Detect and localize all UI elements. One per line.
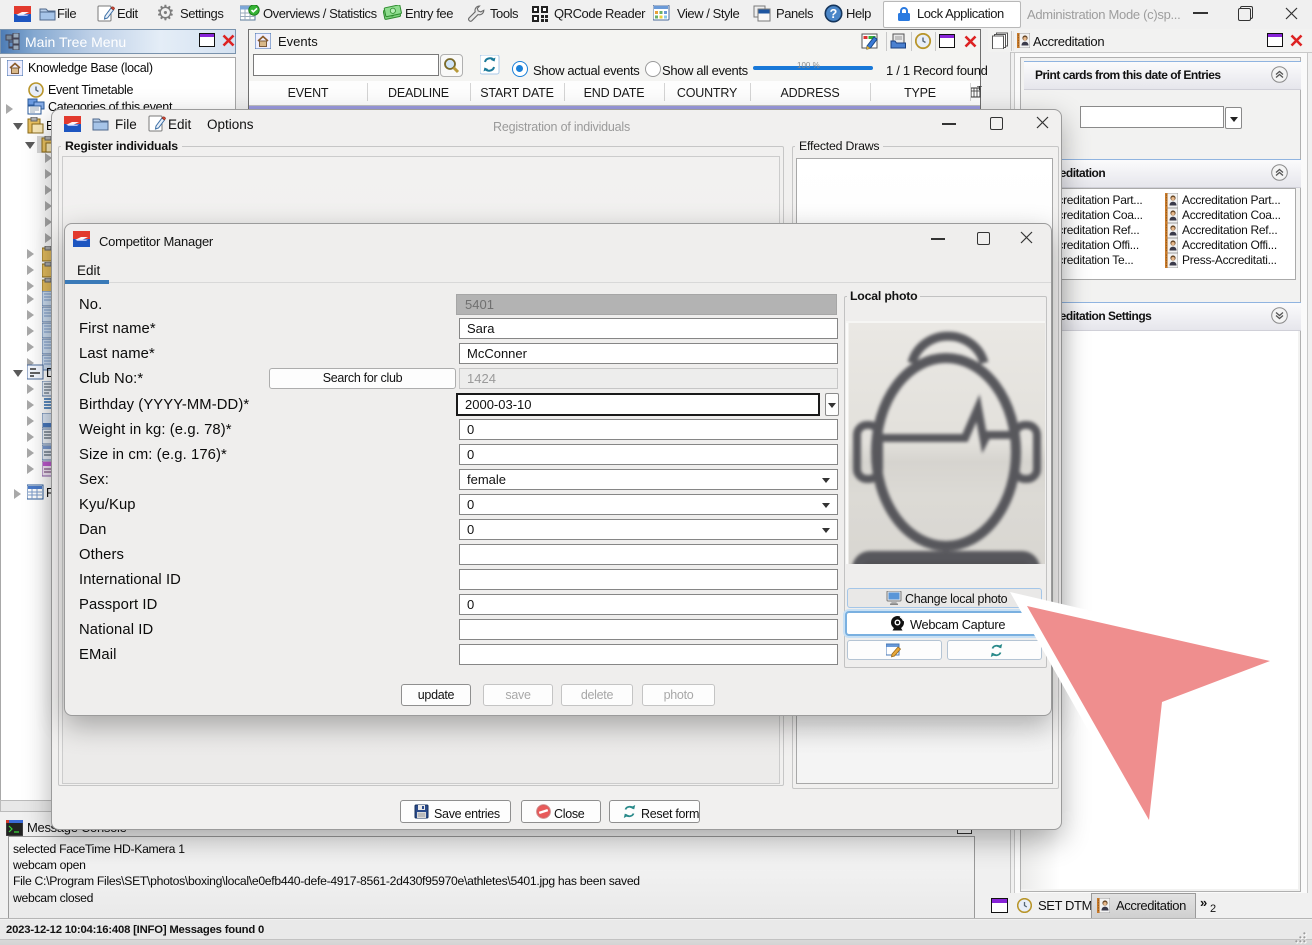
svg-text:?: ? [830,7,838,21]
